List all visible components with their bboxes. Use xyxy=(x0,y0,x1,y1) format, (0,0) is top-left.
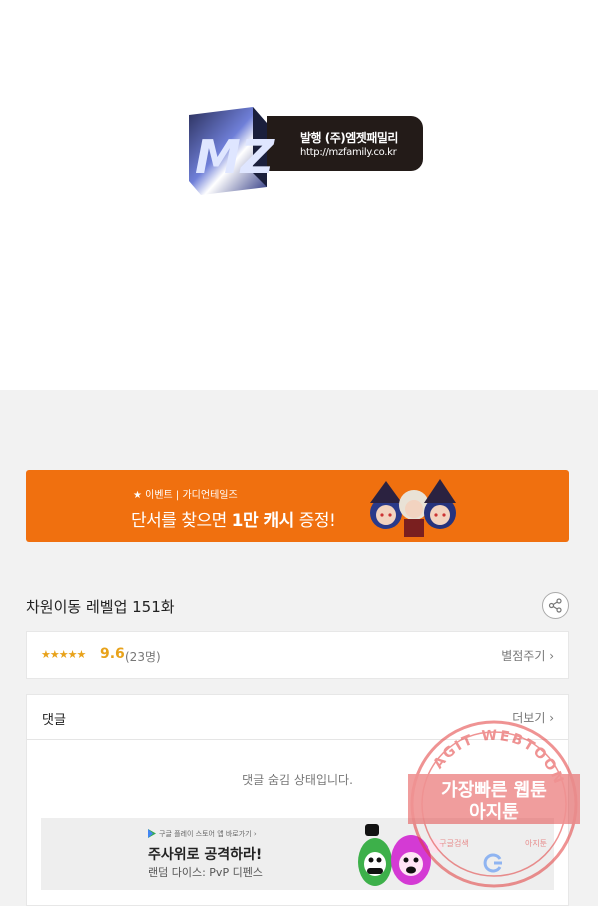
watermark-footer-left: 구글검색 xyxy=(439,838,468,848)
share-button[interactable] xyxy=(542,592,569,619)
event-headline-bold: 1만 캐시 xyxy=(231,511,295,531)
mz-logo-icon: MZ xyxy=(189,107,275,195)
event-headline: 단서를 찾으면 1만 캐시 증정! xyxy=(131,506,336,531)
publisher-logo: MZ 발행 (주)엠젯패밀리 http://mzfamily.co.kr xyxy=(183,103,423,198)
ad-store-text: 구글 플레이 스토어 앱 바로가기 › xyxy=(159,830,257,838)
event-headline-prefix: 단서를 찾으면 xyxy=(131,511,232,531)
episode-title: 차원이동 레벨업 151화 xyxy=(26,598,175,616)
watermark-line2: 아지툰 xyxy=(469,802,519,823)
publisher-name: 발행 (주)엠젯패밀리 xyxy=(300,131,398,145)
rating-count: (23명) xyxy=(125,650,161,664)
rating-panel: ★★★★★ 9.6 (23명) 별점주기 › xyxy=(26,631,569,679)
ad-title: 주사위로 공격하라! xyxy=(148,847,263,863)
event-subtitle: ★ 이벤트 | 가디언테일즈 xyxy=(133,490,238,501)
share-icon xyxy=(548,598,562,613)
comments-title: 댓글 xyxy=(42,713,66,728)
ad-store-link: 구글 플레이 스토어 앱 바로가기 › xyxy=(149,829,257,839)
rating-stars: ★★★★★ xyxy=(41,648,86,661)
rate-button[interactable]: 별점주기 › xyxy=(501,647,554,664)
mz-logo-letters: MZ xyxy=(195,130,275,184)
event-headline-suffix: 증정! xyxy=(293,511,336,531)
site-watermark-stamp: AGIT WEBTOON 가장빠른 웹툰 아지툰 구글검색 아지툰 xyxy=(408,720,580,888)
publisher-url: http://mzfamily.co.kr xyxy=(300,147,397,158)
watermark-line1: 가장빠른 웹툰 xyxy=(441,780,547,801)
event-banner[interactable]: ★ 이벤트 | 가디언테일즈 단서를 찾으면 1만 캐시 증정! xyxy=(26,470,569,542)
google-g-icon xyxy=(483,853,502,873)
watermark-footer-right: 아지툰 xyxy=(525,838,547,848)
event-characters-illustration xyxy=(370,479,456,537)
ad-description: 랜덤 다이스: PvP 디펜스 xyxy=(148,866,263,879)
rating-score: 9.6 xyxy=(100,646,125,662)
